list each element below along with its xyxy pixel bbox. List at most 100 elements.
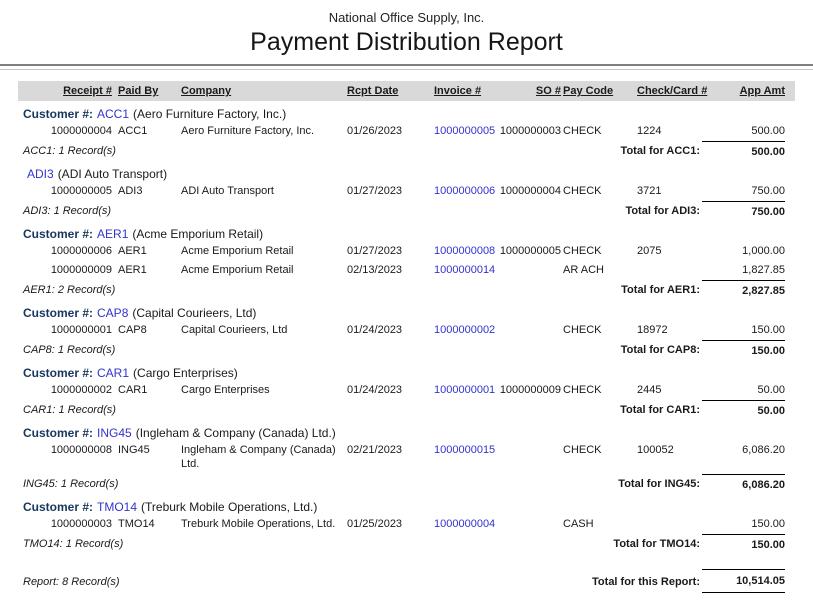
- customer-group: ADI3 (ADI Auto Transport) 1000000005 ADI3…: [18, 166, 795, 221]
- customer-number-label: Customer #:: [23, 107, 93, 121]
- group-total-amount: 750.00: [702, 201, 785, 221]
- check-card-cell: 2445: [635, 383, 718, 397]
- so-cell: [495, 443, 561, 471]
- app-amt-cell: 6,086.20: [718, 443, 785, 471]
- pay-code-cell: CHECK: [561, 184, 635, 198]
- record-count: CAR1: 1 Record(s): [18, 400, 495, 420]
- company-cell: Acme Emporium Retail: [181, 263, 345, 277]
- customer-code-link[interactable]: TMO14: [97, 500, 137, 514]
- payment-row: 1000000005 ADI3 ADI Auto Transport 01/27…: [18, 182, 795, 201]
- rcpt-date-cell: 02/13/2023: [345, 263, 432, 277]
- check-card-cell: 1224: [635, 124, 718, 138]
- customer-group-header: Customer #: ACC1 (Aero Furniture Factory, …: [18, 106, 795, 122]
- company-cell: ADI Auto Transport: [181, 184, 345, 198]
- pay-code-cell: CHECK: [561, 443, 635, 471]
- customer-group-footer: CAP8: 1 Record(s) Total for CAP8: 150.00: [18, 340, 795, 360]
- customer-group-footer: ADI3: 1 Record(s) Total for ADI3: 750.00: [18, 201, 795, 221]
- rcpt-date-cell: 01/24/2023: [345, 383, 432, 397]
- group-total-label: Total for TMO14:: [495, 534, 718, 554]
- customer-group: Customer #:CAR1(Cargo Enterprises) 10000…: [18, 365, 795, 420]
- invoice-link[interactable]: 1000000014: [432, 263, 495, 277]
- group-total-label: Total for CAR1:: [495, 400, 718, 420]
- invoice-link[interactable]: 1000000002: [432, 323, 495, 337]
- invoice-link[interactable]: 1000000008: [432, 244, 495, 258]
- receipt-cell: 1000000005: [18, 184, 112, 198]
- pay-code-cell: CHECK: [561, 244, 635, 258]
- invoice-link[interactable]: 1000000004: [432, 517, 495, 531]
- receipt-cell: 1000000003: [18, 517, 112, 531]
- receipt-cell: 1000000001: [18, 323, 112, 337]
- customer-code-link[interactable]: ADI3: [27, 167, 54, 181]
- customer-number-label: Customer #:: [23, 500, 93, 514]
- customer-code-link[interactable]: CAP8: [97, 306, 128, 320]
- group-total-label: Total for ACC1:: [495, 141, 718, 161]
- customer-group-header: ADI3 (ADI Auto Transport): [18, 166, 795, 182]
- rcpt-date-cell: 01/27/2023: [345, 184, 432, 198]
- col-header-so: SO #: [495, 85, 561, 97]
- customer-group-header: Customer #:AER1(Acme Emporium Retail): [18, 226, 795, 242]
- customer-code-link[interactable]: ING45: [97, 426, 132, 440]
- paid-by-cell: CAR1: [112, 383, 181, 397]
- paid-by-cell: TMO14: [112, 517, 181, 531]
- pay-code-cell: AR ACH: [561, 263, 635, 277]
- paid-by-cell: ACC1: [112, 124, 181, 138]
- record-count: CAP8: 1 Record(s): [18, 340, 495, 360]
- so-cell: [495, 263, 561, 277]
- receipt-cell: 1000000002: [18, 383, 112, 397]
- invoice-link[interactable]: 1000000006: [432, 184, 495, 198]
- customer-group-footer: AER1: 2 Record(s) Total for AER1: 2,827.…: [18, 280, 795, 300]
- rcpt-date-cell: 02/21/2023: [345, 443, 432, 471]
- customer-group-footer: CAR1: 1 Record(s) Total for CAR1: 50.00: [18, 400, 795, 420]
- customer-group: Customer #:AER1(Acme Emporium Retail) 10…: [18, 226, 795, 300]
- customer-group-header: Customer #:TMO14(Treburk Mobile Operatio…: [18, 499, 795, 515]
- paid-by-cell: ING45: [112, 443, 181, 471]
- paid-by-cell: AER1: [112, 244, 181, 258]
- invoice-link[interactable]: 1000000005: [432, 124, 495, 138]
- group-total-amount: 150.00: [702, 340, 785, 360]
- customer-group: Customer #:CAP8(Capital Courieers, Ltd) …: [18, 305, 795, 360]
- check-card-cell: [635, 517, 718, 531]
- customer-code-link[interactable]: AER1: [97, 227, 128, 241]
- receipt-cell: 1000000004: [18, 124, 112, 138]
- app-amt-cell: 1,827.85: [718, 263, 785, 277]
- check-card-cell: 18972: [635, 323, 718, 337]
- group-total-label: Total for AER1:: [495, 280, 718, 300]
- company-cell: Treburk Mobile Operations, Ltd.: [181, 517, 345, 531]
- report-total-amount: 10,514.05: [702, 569, 785, 593]
- app-amt-cell: 1,000.00: [718, 244, 785, 258]
- group-total-amount: 500.00: [702, 141, 785, 161]
- so-cell: 1000000004: [495, 184, 561, 198]
- report-header: National Office Supply, Inc. Payment Dis…: [0, 0, 813, 57]
- company-cell: Ingleham & Company (Canada) Ltd.: [181, 443, 345, 471]
- customer-group-footer: ING45: 1 Record(s) Total for ING45: 6,08…: [18, 474, 795, 494]
- check-card-cell: [635, 263, 718, 277]
- payment-row: 1000000002 CAR1 Cargo Enterprises 01/24/…: [18, 381, 795, 400]
- so-cell: 1000000009: [495, 383, 561, 397]
- col-header-app-amt: App Amt: [718, 85, 785, 97]
- group-total-amount: 50.00: [702, 400, 785, 420]
- col-header-invoice: Invoice #: [432, 85, 495, 97]
- receipt-cell: 1000000006: [18, 244, 112, 258]
- customer-group: Customer #: ACC1 (Aero Furniture Factory, …: [18, 106, 795, 161]
- app-amt-cell: 500.00: [718, 124, 785, 138]
- group-total-amount: 6,086.20: [702, 474, 785, 494]
- check-card-cell: 100052: [635, 443, 718, 471]
- col-header-rcpt-date: Rcpt Date: [345, 85, 432, 97]
- col-header-paid-by: Paid By: [112, 85, 181, 97]
- invoice-link[interactable]: 1000000015: [432, 443, 495, 471]
- company-name: National Office Supply, Inc.: [0, 10, 813, 25]
- rcpt-date-cell: 01/25/2023: [345, 517, 432, 531]
- payment-row: 1000000004 ACC1 Aero Furniture Factory, …: [18, 122, 795, 141]
- payment-row: 1000000009 AER1 Acme Emporium Retail 02/…: [18, 261, 795, 280]
- customer-name: (ADI Auto Transport): [58, 167, 167, 181]
- customer-number-label: Customer #:: [23, 306, 93, 320]
- customer-name: (Aero Furniture Factory, Inc.): [133, 107, 286, 121]
- customer-code-link[interactable]: CAR1: [97, 366, 129, 380]
- payment-row: 1000000003 TMO14 Treburk Mobile Operatio…: [18, 515, 795, 534]
- pay-code-cell: CASH: [561, 517, 635, 531]
- invoice-link[interactable]: 1000000001: [432, 383, 495, 397]
- record-count: ING45: 1 Record(s): [18, 474, 495, 494]
- payment-row: 1000000008 ING45 Ingleham & Company (Can…: [18, 441, 795, 474]
- app-amt-cell: 750.00: [718, 184, 785, 198]
- customer-code-link[interactable]: ACC1: [97, 107, 129, 121]
